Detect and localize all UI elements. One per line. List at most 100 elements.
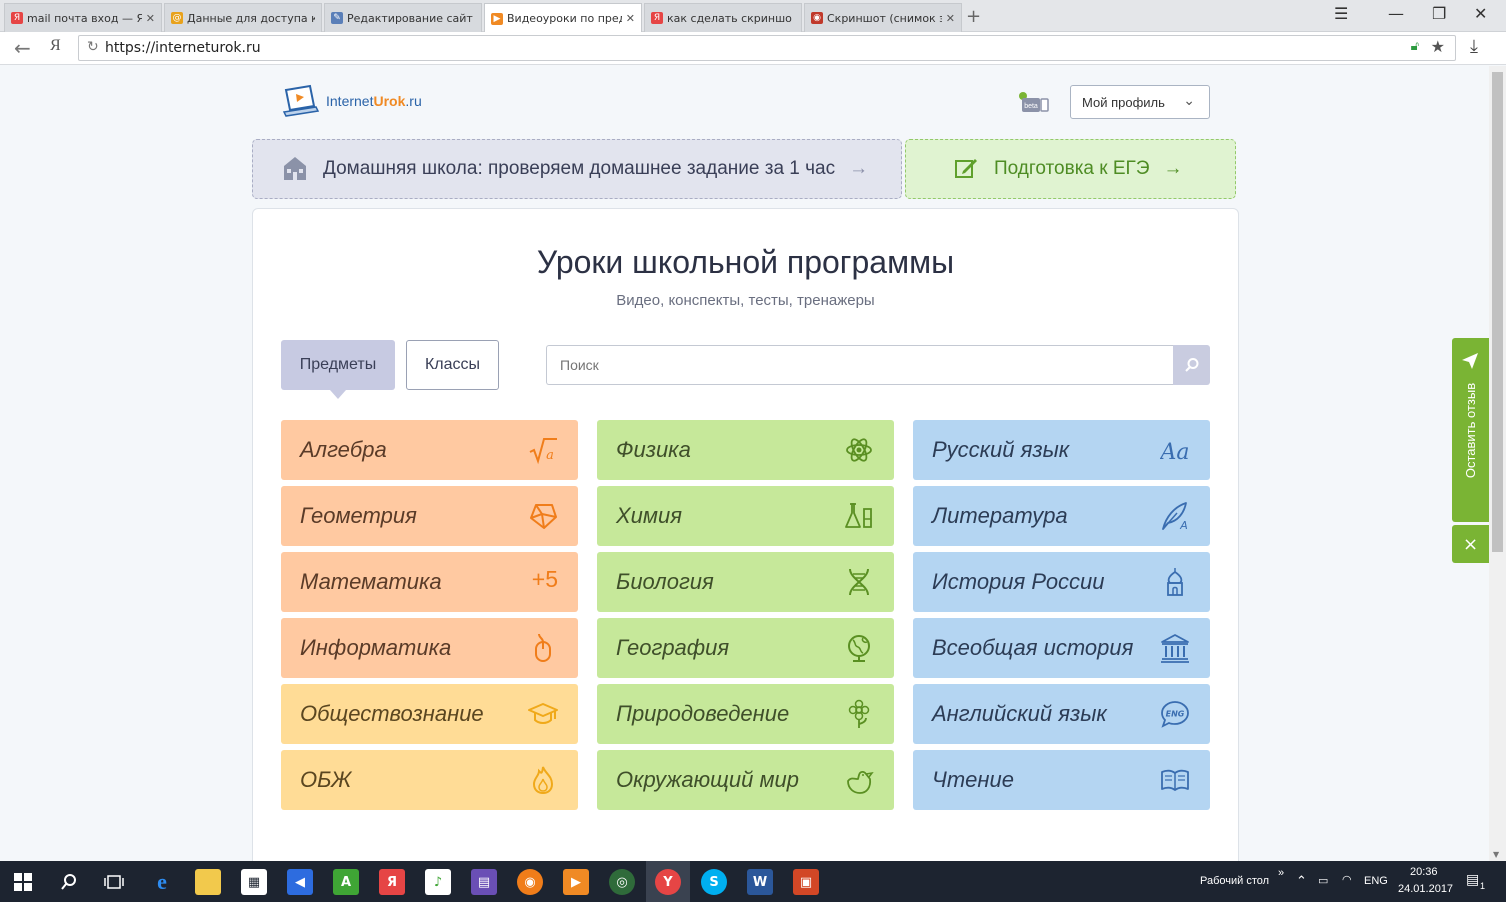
search-icon[interactable]	[60, 873, 78, 891]
subject-algebra[interactable]: Алгебра a	[281, 420, 578, 480]
address-bar: ← Я ↻ https://interneturok.ru 🔓︎ ★ ⤓	[0, 32, 1506, 65]
beta-badge-icon[interactable]: beta	[1018, 90, 1050, 116]
notification-count: 1	[1480, 881, 1486, 891]
download-icon[interactable]: ⤓	[1470, 36, 1478, 57]
page-subtitle: Видео, конспекты, тесты, тренажеры	[616, 292, 875, 309]
yandex-app-icon[interactable]: Я	[379, 869, 405, 895]
svg-text:ENG: ENG	[1166, 710, 1185, 719]
browser-tab[interactable]: ✎ Редактирование сайт	[324, 3, 482, 32]
browser-tab-active[interactable]: ▶ Видеоуроки по предм✕	[484, 3, 642, 33]
video-app-icon[interactable]: ▶	[563, 869, 589, 895]
globe-app-icon[interactable]: ◎	[609, 869, 635, 895]
browser-tab[interactable]: ◉ Скриншот (снимок э ✕	[804, 3, 962, 32]
svg-text:A: A	[1179, 519, 1188, 531]
page-scrollbar[interactable]: ▼	[1489, 66, 1506, 861]
logo-text: InternetUrok.ru	[326, 93, 422, 109]
graduation-cap-icon	[528, 703, 558, 724]
subject-social-studies[interactable]: Обществознание	[281, 684, 578, 744]
subject-english[interactable]: Английский язык ENG	[913, 684, 1210, 744]
secure-lock-icon[interactable]: 🔓︎	[1411, 39, 1419, 54]
browser-tab[interactable]: @ Данные для доступа к	[164, 3, 322, 32]
desktop-label[interactable]: Рабочий стол	[1200, 875, 1269, 887]
close-tab-icon[interactable]: ✕	[146, 12, 155, 25]
scroll-down-icon[interactable]: ▼	[1493, 850, 1499, 859]
browser-tab[interactable]: Я mail почта вход — Ян ✕	[4, 3, 162, 32]
search-button[interactable]	[1173, 345, 1210, 385]
restore-icon[interactable]: ❐	[1432, 4, 1446, 23]
subject-world-around[interactable]: Окружающий мир	[597, 750, 894, 810]
close-tab-icon[interactable]: ✕	[946, 12, 955, 25]
subject-natural-science[interactable]: Природоведение	[597, 684, 894, 744]
close-tab-icon[interactable]: ✕	[626, 12, 635, 25]
back-arrow-icon[interactable]: ←	[14, 36, 31, 60]
tab-subjects[interactable]: Предметы	[281, 340, 395, 399]
yandex-button[interactable]: Я	[50, 37, 61, 55]
url-field[interactable]: ↻ https://interneturok.ru 🔓︎ ★	[78, 35, 1456, 61]
scrollbar-thumb[interactable]	[1492, 72, 1503, 552]
subject-obzh[interactable]: ОБЖ	[281, 750, 578, 810]
reload-icon[interactable]: ↻	[87, 39, 99, 55]
toolbar-expand-icon[interactable]: »	[1278, 867, 1284, 879]
school-building-icon	[284, 157, 306, 180]
clock-time[interactable]: 20:36	[1410, 866, 1438, 878]
subject-literature[interactable]: Литература A	[913, 486, 1210, 546]
store-icon[interactable]: ▦	[241, 869, 267, 895]
subject-geometry[interactable]: Геометрия	[281, 486, 578, 546]
atom-icon	[846, 438, 872, 462]
subject-informatics[interactable]: Информатика	[281, 618, 578, 678]
subject-chemistry[interactable]: Химия	[597, 486, 894, 546]
screenshot-favicon-icon: ◉	[811, 12, 823, 24]
site-logo[interactable]: InternetUrok.ru	[280, 84, 422, 118]
home-school-banner[interactable]: Домашняя школа: проверяем домашнее задан…	[252, 139, 902, 199]
feedback-label[interactable]: Оставить отзыв	[1452, 338, 1489, 522]
subject-mathematics[interactable]: Математика +5	[281, 552, 578, 612]
pdf-app-icon[interactable]: ▣	[793, 869, 819, 895]
close-window-icon[interactable]: ✕	[1474, 4, 1487, 23]
notifications-icon[interactable]: ▤	[1466, 871, 1479, 888]
edge-browser-icon[interactable]: e	[149, 869, 175, 895]
skype-icon[interactable]: S	[701, 869, 727, 895]
clock-date[interactable]: 24.01.2017	[1398, 883, 1453, 895]
battery-icon[interactable]: ▭	[1318, 874, 1328, 887]
task-view-icon[interactable]	[104, 873, 124, 891]
windows-start-icon[interactable]	[14, 873, 32, 891]
tab-classes[interactable]: Классы	[406, 340, 499, 390]
subject-history-russia[interactable]: История России	[913, 552, 1210, 612]
subject-russian[interactable]: Русский язык Aa	[913, 420, 1210, 480]
mouse-icon	[535, 633, 551, 662]
language-indicator[interactable]: ENG	[1364, 875, 1388, 887]
bird-icon	[847, 770, 874, 794]
yandex-browser-icon[interactable]: Y	[655, 869, 681, 895]
bookmark-star-icon[interactable]: ★	[1431, 37, 1445, 56]
browser-tab[interactable]: Я как сделать скриншо	[644, 3, 802, 32]
green-app-icon[interactable]: ♪	[425, 869, 451, 895]
subject-physics[interactable]: Физика	[597, 420, 894, 480]
new-tab-icon[interactable]: +	[966, 6, 981, 27]
search-input[interactable]	[546, 345, 1174, 385]
feedback-close-button[interactable]: ×	[1452, 525, 1489, 563]
subject-biology[interactable]: Биология	[597, 552, 894, 612]
a-app-icon[interactable]: A	[333, 869, 359, 895]
wifi-icon[interactable]: ◠	[1342, 873, 1352, 886]
page-title: Уроки школьной программы	[536, 244, 955, 280]
polyhedron-icon	[530, 504, 557, 529]
subject-reading[interactable]: Чтение	[913, 750, 1210, 810]
dna-icon	[849, 568, 869, 596]
ege-banner[interactable]: Подготовка к ЕГЭ →	[905, 139, 1236, 199]
subject-world-history[interactable]: Всеобщая история	[913, 618, 1210, 678]
url-text[interactable]: https://interneturok.ru	[105, 40, 261, 56]
word-icon[interactable]: W	[747, 869, 773, 895]
chevron-up-icon[interactable]: ⌃	[1296, 873, 1307, 889]
search-icon	[1184, 358, 1198, 372]
sqrt-icon: a	[529, 438, 557, 465]
firefox-icon[interactable]: ◉	[517, 869, 543, 895]
globe-icon	[848, 635, 870, 662]
flask-icon	[845, 503, 872, 528]
media-app-icon[interactable]: ◀	[287, 869, 313, 895]
file-explorer-icon[interactable]	[195, 869, 221, 895]
profile-dropdown[interactable]: Мой профиль ⌄	[1070, 85, 1210, 119]
minimize-icon[interactable]: —	[1388, 4, 1404, 23]
menu-icon[interactable]: ☰	[1334, 4, 1348, 23]
archive-app-icon[interactable]: ▤	[471, 869, 497, 895]
subject-geography[interactable]: География	[597, 618, 894, 678]
